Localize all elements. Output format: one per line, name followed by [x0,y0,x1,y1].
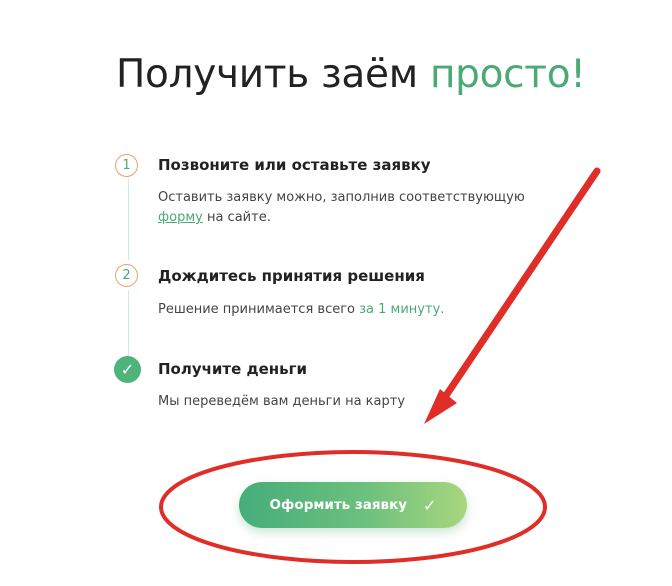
form-link[interactable]: форму [158,210,203,225]
steps-connector-line [128,178,129,260]
title-accent: просто! [429,52,586,97]
apply-button-label: Оформить заявку [269,497,408,513]
title-main: Получить заём [116,52,430,97]
step-3-title: Получите деньги [158,360,308,378]
step-2-text: Решение принимается всего за 1 минуту. [158,302,445,317]
step-2-marker: 2 [115,264,138,287]
annotation-arrow-head [424,389,457,424]
step-1-title: Позвоните или оставьте заявку [158,156,431,174]
step-3-text: Мы переведём вам деньги на карту [158,394,406,409]
step-1-marker: 1 [115,154,138,177]
page-title: Получить заём просто! [116,52,586,97]
step-2-title: Дождитесь принятия решения [158,267,425,285]
check-icon: ✓ [423,495,437,515]
apply-button[interactable]: Оформить заявку ✓ [239,482,467,528]
one-minute-highlight: за 1 минуту. [359,302,445,317]
step-3-check-icon: ✓ [114,356,141,383]
step-1-text: Оставить заявку можно, заполнив соответс… [158,190,525,225]
steps-connector-line [128,290,129,356]
